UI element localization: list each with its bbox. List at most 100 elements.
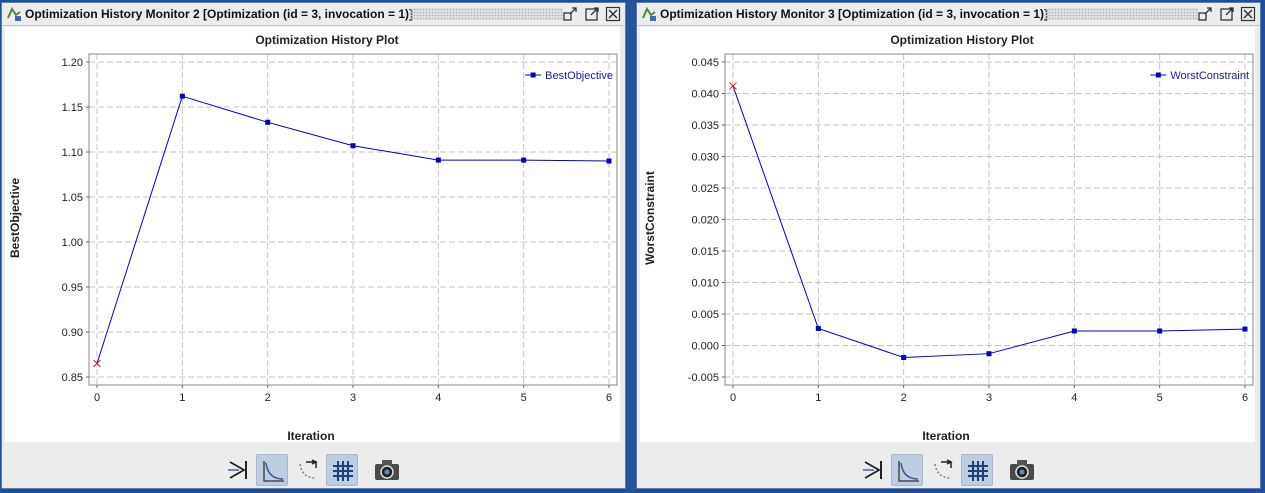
x-tick-label: 1 — [815, 392, 821, 404]
x-tick-label: 0 — [94, 392, 100, 404]
title-bar[interactable]: Optimization History Monitor 2 [Optimiza… — [2, 3, 625, 26]
y-tick-label: 0.015 — [691, 246, 719, 258]
app-icon — [642, 6, 656, 21]
close-icon[interactable] — [1240, 6, 1256, 22]
y-tick-label: 1.05 — [62, 192, 83, 204]
history-monitor-window-3: Optimization History Monitor 3 [Optimiza… — [636, 2, 1261, 489]
zoom-tool-icon — [228, 461, 247, 479]
data-point-marker — [1157, 328, 1163, 334]
chart-svg: Optimization History Plot 0 1 2 3 4 5 6 -0.005 0… — [643, 33, 1254, 443]
legend: BestObjective — [525, 70, 613, 82]
zoom-tool-icon — [863, 461, 882, 479]
legend-label: WorstConstraint — [1170, 70, 1249, 82]
x-tick-label: 1 — [179, 392, 185, 404]
y-tick-label: 0.045 — [691, 57, 719, 69]
y-tick-label: 0.95 — [62, 282, 83, 294]
chart-title: Optimization History Plot — [890, 33, 1033, 47]
history-monitor-window-2: Optimization History Monitor 2 [Optimiza… — [1, 2, 626, 489]
curve-plot-icon — [898, 461, 919, 482]
x-tick-label: 6 — [1242, 392, 1248, 404]
camera-snapshot-icon — [1010, 460, 1034, 480]
grid-toggle-icon — [968, 461, 988, 481]
y-tick-label: 1.00 — [62, 237, 83, 249]
y-tick-label: 1.20 — [62, 57, 83, 69]
maximize-icon[interactable] — [1219, 6, 1235, 22]
window-title: Optimization History Monitor 2 [Optimiza… — [25, 7, 414, 21]
data-point-marker — [265, 119, 271, 125]
legend-swatch-marker — [530, 72, 536, 78]
y-axis-label: WorstConstraint — [643, 171, 657, 265]
y-tick-label: 0.030 — [691, 152, 719, 164]
y-tick-label: 0.000 — [691, 341, 719, 353]
x-axis-label: Iteration — [287, 429, 334, 442]
y-tick-label: 0.85 — [62, 372, 83, 384]
x-tick-label: 3 — [350, 392, 356, 404]
x-tick-label: 0 — [730, 392, 736, 404]
x-tick-label: 3 — [986, 392, 992, 404]
snapshot-button[interactable] — [370, 454, 402, 486]
data-point-marker — [179, 93, 185, 99]
plot-toolbar — [2, 444, 625, 488]
curve-plot-button[interactable] — [256, 454, 288, 486]
legend-label: BestObjective — [545, 70, 613, 82]
app-icon — [7, 6, 21, 21]
x-tick-label: 2 — [265, 392, 271, 404]
curve-pick-icon — [934, 459, 953, 479]
grid-toggle-icon — [333, 461, 353, 481]
curve-pick-icon — [299, 459, 318, 479]
data-point-marker — [521, 157, 527, 163]
plot-toolbar — [637, 444, 1260, 488]
y-tick-label: 0.040 — [691, 89, 719, 101]
window-divider — [627, 0, 635, 493]
legend: WorstConstraint — [1150, 70, 1249, 82]
maximize-icon[interactable] — [584, 6, 600, 22]
y-tick-label: 1.10 — [62, 147, 83, 159]
zoom-tool-button[interactable] — [857, 454, 889, 486]
snapshot-button[interactable] — [1005, 454, 1037, 486]
close-icon[interactable] — [605, 6, 621, 22]
x-tick-label: 2 — [901, 392, 907, 404]
x-tick-label: 6 — [606, 392, 612, 404]
data-point-marker — [606, 158, 612, 164]
grid-toggle-button[interactable] — [326, 454, 358, 486]
y-tick-label: 0.90 — [62, 327, 83, 339]
x-axis-label: Iteration — [922, 429, 969, 442]
y-tick-label: 0.005 — [691, 309, 719, 321]
plot-panel: Optimization History Plot 0 1 2 3 4 5 6 0.85 0.9… — [5, 27, 620, 443]
y-tick-label: -0.005 — [688, 372, 719, 384]
data-point-marker — [815, 325, 821, 331]
data-point-marker — [350, 143, 356, 149]
chart-svg: Optimization History Plot 0 1 2 3 4 5 6 0.85 0.9… — [8, 33, 618, 443]
grid-toggle-button[interactable] — [961, 454, 993, 486]
title-bar-grip — [410, 8, 563, 20]
x-tick-label: 5 — [1157, 392, 1163, 404]
y-tick-label: 1.15 — [62, 102, 83, 114]
y-tick-label: 0.010 — [691, 278, 719, 290]
chart-title: Optimization History Plot — [255, 33, 398, 47]
y-tick-label: 0.020 — [691, 215, 719, 227]
y-tick-label: 0.035 — [691, 120, 719, 132]
restore-icon[interactable] — [562, 6, 578, 22]
camera-snapshot-icon — [375, 460, 399, 480]
data-point-marker — [1242, 326, 1248, 332]
legend-swatch-marker — [1155, 72, 1161, 78]
window-title: Optimization History Monitor 3 [Optimiza… — [660, 7, 1049, 21]
title-bar-grip — [1045, 8, 1198, 20]
x-tick-label: 4 — [435, 392, 441, 404]
plot-panel: Optimization History Plot 0 1 2 3 4 5 6 -0.005 0… — [640, 27, 1255, 443]
curve-pick-button[interactable] — [292, 454, 324, 486]
curve-plot-button[interactable] — [891, 454, 923, 486]
curve-plot-icon — [263, 461, 284, 482]
restore-icon[interactable] — [1197, 6, 1213, 22]
data-point-marker — [986, 351, 992, 357]
data-point-marker — [1071, 328, 1077, 334]
curve-pick-button[interactable] — [927, 454, 959, 486]
x-tick-label: 4 — [1071, 392, 1077, 404]
y-tick-label: 0.025 — [691, 183, 719, 195]
zoom-tool-button[interactable] — [222, 454, 254, 486]
y-axis-label: BestObjective — [8, 178, 22, 258]
x-tick-label: 5 — [521, 392, 527, 404]
title-bar[interactable]: Optimization History Monitor 3 [Optimiza… — [637, 3, 1260, 26]
data-point-marker — [901, 354, 907, 360]
data-point-marker — [435, 157, 441, 163]
